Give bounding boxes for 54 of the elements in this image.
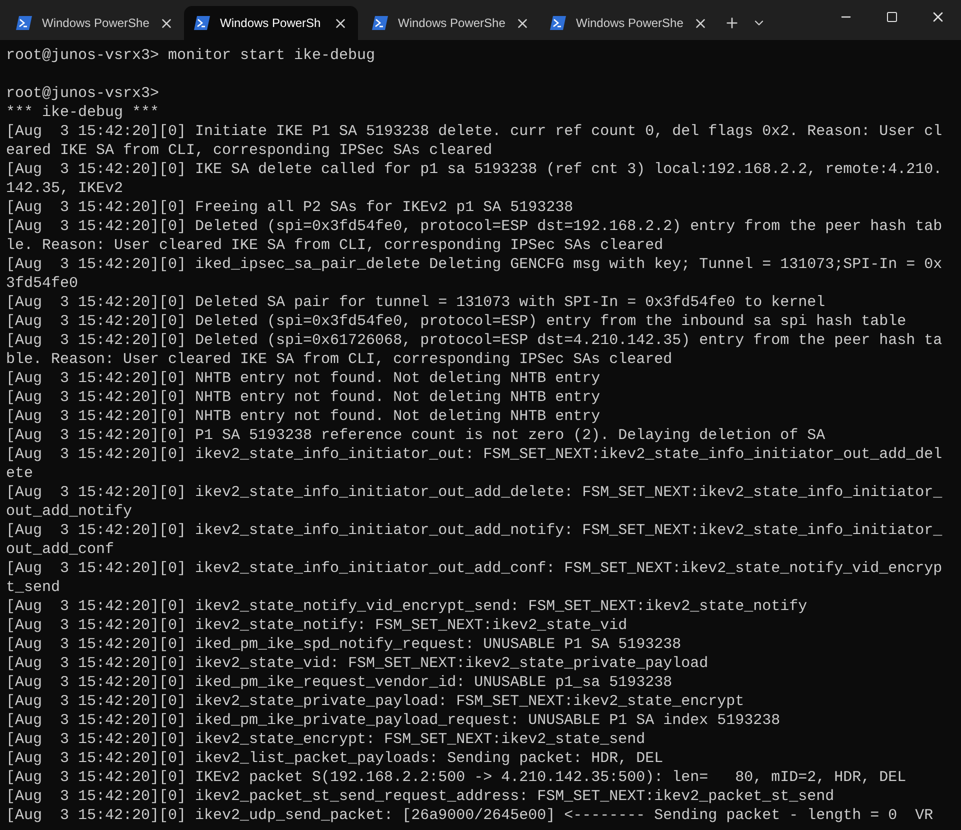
terminal-line: [Aug 3 15:42:20][0] ikev2_state_info_initiator_out_add_delete: FSM_SET_NEXT:ikev2_state_info_initiator_ [6,483,942,502]
terminal-line: eared IKE SA from CLI, corresponding IPSec SAs cleared [6,141,492,160]
terminal-icon [194,16,210,30]
terminal-line: [Aug 3 15:42:20][0] P1 SA 5193238 reference count is not zero (2). Delaying deletion of SA [6,426,826,445]
terminal-line: 142.35, IKEv2 [6,179,124,198]
tab-title: Windows PowerShe [576,15,684,32]
terminal-line: out_add_notify [6,502,132,521]
tab[interactable]: Windows PowerSh [184,6,358,40]
terminal-line: [Aug 3 15:42:20][0] IKEv2 packet S(192.168.2.2:500 -> 4.210.142.35:500): len= 80, mID=2, HDR, DEL [6,768,906,787]
terminal-line: [Aug 3 15:42:20][0] ikev2_state_notify: FSM_SET_NEXT:ikev2_state_vid [6,616,628,635]
tab[interactable]: Windows PowerShe [540,6,714,40]
terminal-line: ete [6,464,34,483]
terminal-line: 3fd54fe0 [6,274,78,293]
tab[interactable]: Windows PowerShe [362,6,536,40]
terminal-line: [Aug 3 15:42:20][0] ikev2_state_encrypt: FSM_SET_NEXT:ikev2_state_send [6,730,646,749]
terminal-line: [Aug 3 15:42:20][0] ikev2_state_private_payload: FSM_SET_NEXT:ikev2_state_encrypt [6,692,744,711]
terminal-icon [16,16,32,30]
terminal-line: [Aug 3 15:42:20][0] iked_ipsec_sa_pair_delete Deleting GENCFG msg with key; Tunnel = 131073;SPI-In = 0x [6,255,942,274]
new-tab-icon[interactable] [724,15,740,31]
tab[interactable]: Windows PowerShe [6,6,180,40]
terminal-line: [Aug 3 15:42:20][0] ikev2_state_notify_vid_encrypt_send: FSM_SET_NEXT:ikev2_state_notify [6,597,808,616]
terminal-line: [Aug 3 15:42:20][0] Initiate IKE P1 SA 5193238 delete. curr ref count 0, del flags 0x2. Reason: User cl [6,122,942,141]
tab-title: Windows PowerSh [220,15,322,32]
terminal-line: le. Reason: User cleared IKE SA from CLI, corresponding IPSec SAs cleared [6,236,664,255]
terminal-icon [372,16,388,30]
maximize-icon[interactable] [886,11,898,23]
terminal-line: [Aug 3 15:42:20][0] NHTB entry not found. Not deleting NHTB entry [6,407,600,426]
terminal-line: [Aug 3 15:42:20][0] Deleted SA pair for tunnel = 131073 with SPI-In = 0x3fd54fe0 to kernel [6,293,826,312]
terminal-line: [Aug 3 15:42:20][0] ikev2_list_packet_payloads: Sending packet: HDR, DEL [6,749,664,768]
terminal-line: [Aug 3 15:42:20][0] ikev2_state_info_initiator_out_add_conf: FSM_SET_NEXT:ikev2_state_notify_vid_encryp [6,559,942,578]
terminal-line: [Aug 3 15:42:20][0] iked_pm_ike_private_payload_request: UNUSABLE P1 SA index 5193238 [6,711,780,730]
terminal-line: [Aug 3 15:42:20][0] Deleted (spi=0x3fd54fe0, protocol=ESP dst=192.168.2.2) entry from the peer hash tab [6,217,942,236]
terminal-line: root@junos-vsrx3> [6,84,160,103]
terminal-icon [550,16,566,30]
terminal-line: [Aug 3 15:42:20][0] iked_pm_ike_request_vendor_id: UNUSABLE p1_sa 5193238 [6,673,672,692]
terminal-line: [Aug 3 15:42:20][0] Deleted (spi=0x3fd54fe0, protocol=ESP) entry from the inbound sa spi hash table [6,312,906,331]
terminal-line: [Aug 3 15:42:20][0] ikev2_state_info_initiator_out: FSM_SET_NEXT:ikev2_state_info_initiator_out_add_del [6,445,942,464]
terminal-line: [Aug 3 15:42:20][0] ikev2_state_vid: FSM_SET_NEXT:ikev2_state_private_payload [6,654,708,673]
terminal-line: [Aug 3 15:42:20][0] NHTB entry not found. Not deleting NHTB entry [6,388,600,407]
terminal-line: [Aug 3 15:42:20][0] ikev2_udp_send_packet: [26a9000/2645e00] <-------- Sending packet - length = 0 VR [6,806,934,825]
terminal-line: root@junos-vsrx3> monitor start ike-debug [6,46,376,65]
tab-title: Windows PowerShe [42,15,150,32]
terminal-line: [Aug 3 15:42:20][0] ikev2_packet_st_send_request_address: FSM_SET_NEXT:ikev2_packet_st_send [6,787,834,806]
terminal-line: out_add_conf [6,540,114,559]
terminal-line: [Aug 3 15:42:20][0] iked_pm_ike_spd_notify_request: UNUSABLE P1 SA 5193238 [6,635,682,654]
terminal-line: *** ike-debug *** [6,103,160,122]
terminal-line: ble. Reason: User cleared IKE SA from CLI, corresponding IPSec SAs cleared [6,350,672,369]
terminal-line: [Aug 3 15:42:20][0] NHTB entry not found. Not deleting NHTB entry [6,369,600,388]
terminal-line: [Aug 3 15:42:20][0] ikev2_state_info_initiator_out_add_notify: FSM_SET_NEXT:ikev2_state_info_initiator_ [6,521,942,540]
terminal-line: t_send [6,578,60,597]
terminal-line: [Aug 3 15:42:20][0] Freeing all P2 SAs for IKEv2 p1 SA 5193238 [6,198,574,217]
tab-title: Windows PowerShe [398,15,506,32]
terminal-line: [Aug 3 15:42:20][0] IKE SA delete called for p1 sa 5193238 (ref cnt 3) local:192.168.2.2, remote:4.210. [6,160,942,179]
terminal-line: [Aug 3 15:42:20][0] Deleted (spi=0x61726068, protocol=ESP dst=4.210.142.35) entry from the peer hash ta [6,331,942,350]
